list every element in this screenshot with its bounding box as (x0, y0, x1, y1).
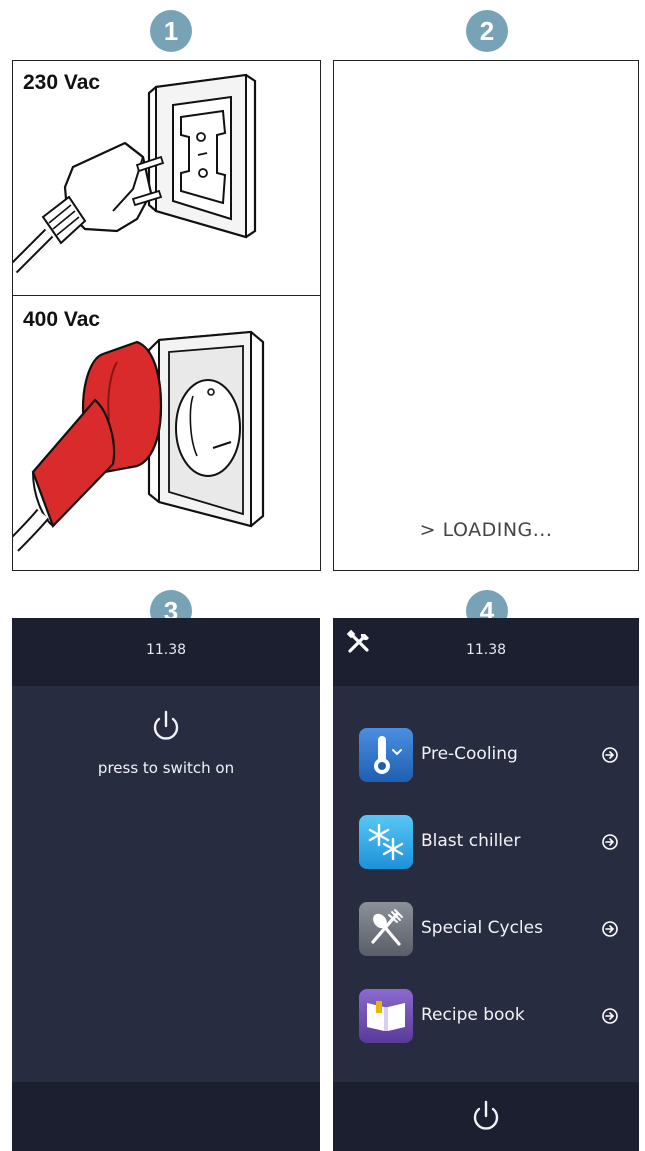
menu-item-blast-chiller[interactable]: Blast chiller (359, 815, 619, 871)
screen-standby: 11.38 press to switch on (12, 618, 320, 1151)
step-badge-1: 1 (150, 10, 192, 52)
arrow-right-circle-icon (602, 747, 618, 763)
snowflake-icon (359, 815, 413, 869)
arrow-right-circle-icon (602, 1008, 618, 1024)
panel-loading: > LOADING... (333, 60, 639, 571)
clock: 11.38 (465, 642, 507, 658)
top-bar: 11.38 (12, 618, 320, 686)
loading-text: > LOADING... (419, 519, 553, 541)
menu-item-recipe-book[interactable]: Recipe book (359, 989, 619, 1045)
menu-item-label: Recipe book (421, 1005, 525, 1025)
power-prompt-text: press to switch on (97, 759, 235, 777)
power-icon (153, 710, 179, 740)
menu-item-label: Pre-Cooling (421, 744, 518, 764)
step-badge-2: 2 (466, 10, 508, 52)
bottom-bar (333, 1082, 639, 1151)
bottom-bar (12, 1082, 320, 1151)
screen-main-menu: 11.38 Pre-Cooling Blast chiller Special … (333, 618, 639, 1151)
arrow-right-circle-icon (602, 921, 618, 937)
panel-230vac: 230 Vac (12, 60, 321, 297)
menu-item-label: Special Cycles (421, 918, 543, 938)
arrow-right-circle-icon (602, 834, 618, 850)
menu-item-pre-cooling[interactable]: Pre-Cooling (359, 728, 619, 784)
schuko-socket-plug-illustration (13, 73, 257, 274)
power-button[interactable] (466, 1096, 506, 1136)
menu-item-special-cycles[interactable]: Special Cycles (359, 902, 619, 958)
power-icon (473, 1100, 499, 1130)
panel-400vac: 400 Vac (12, 295, 321, 571)
top-bar: 11.38 (333, 618, 639, 686)
power-button[interactable] (146, 706, 186, 746)
industrial-socket-plug-illustration (13, 330, 265, 552)
fork-spoon-icon (359, 902, 413, 956)
open-book-icon (359, 989, 413, 1043)
menu-item-label: Blast chiller (421, 831, 521, 851)
clock: 11.38 (145, 642, 187, 658)
thermometer-down-icon (359, 728, 413, 782)
